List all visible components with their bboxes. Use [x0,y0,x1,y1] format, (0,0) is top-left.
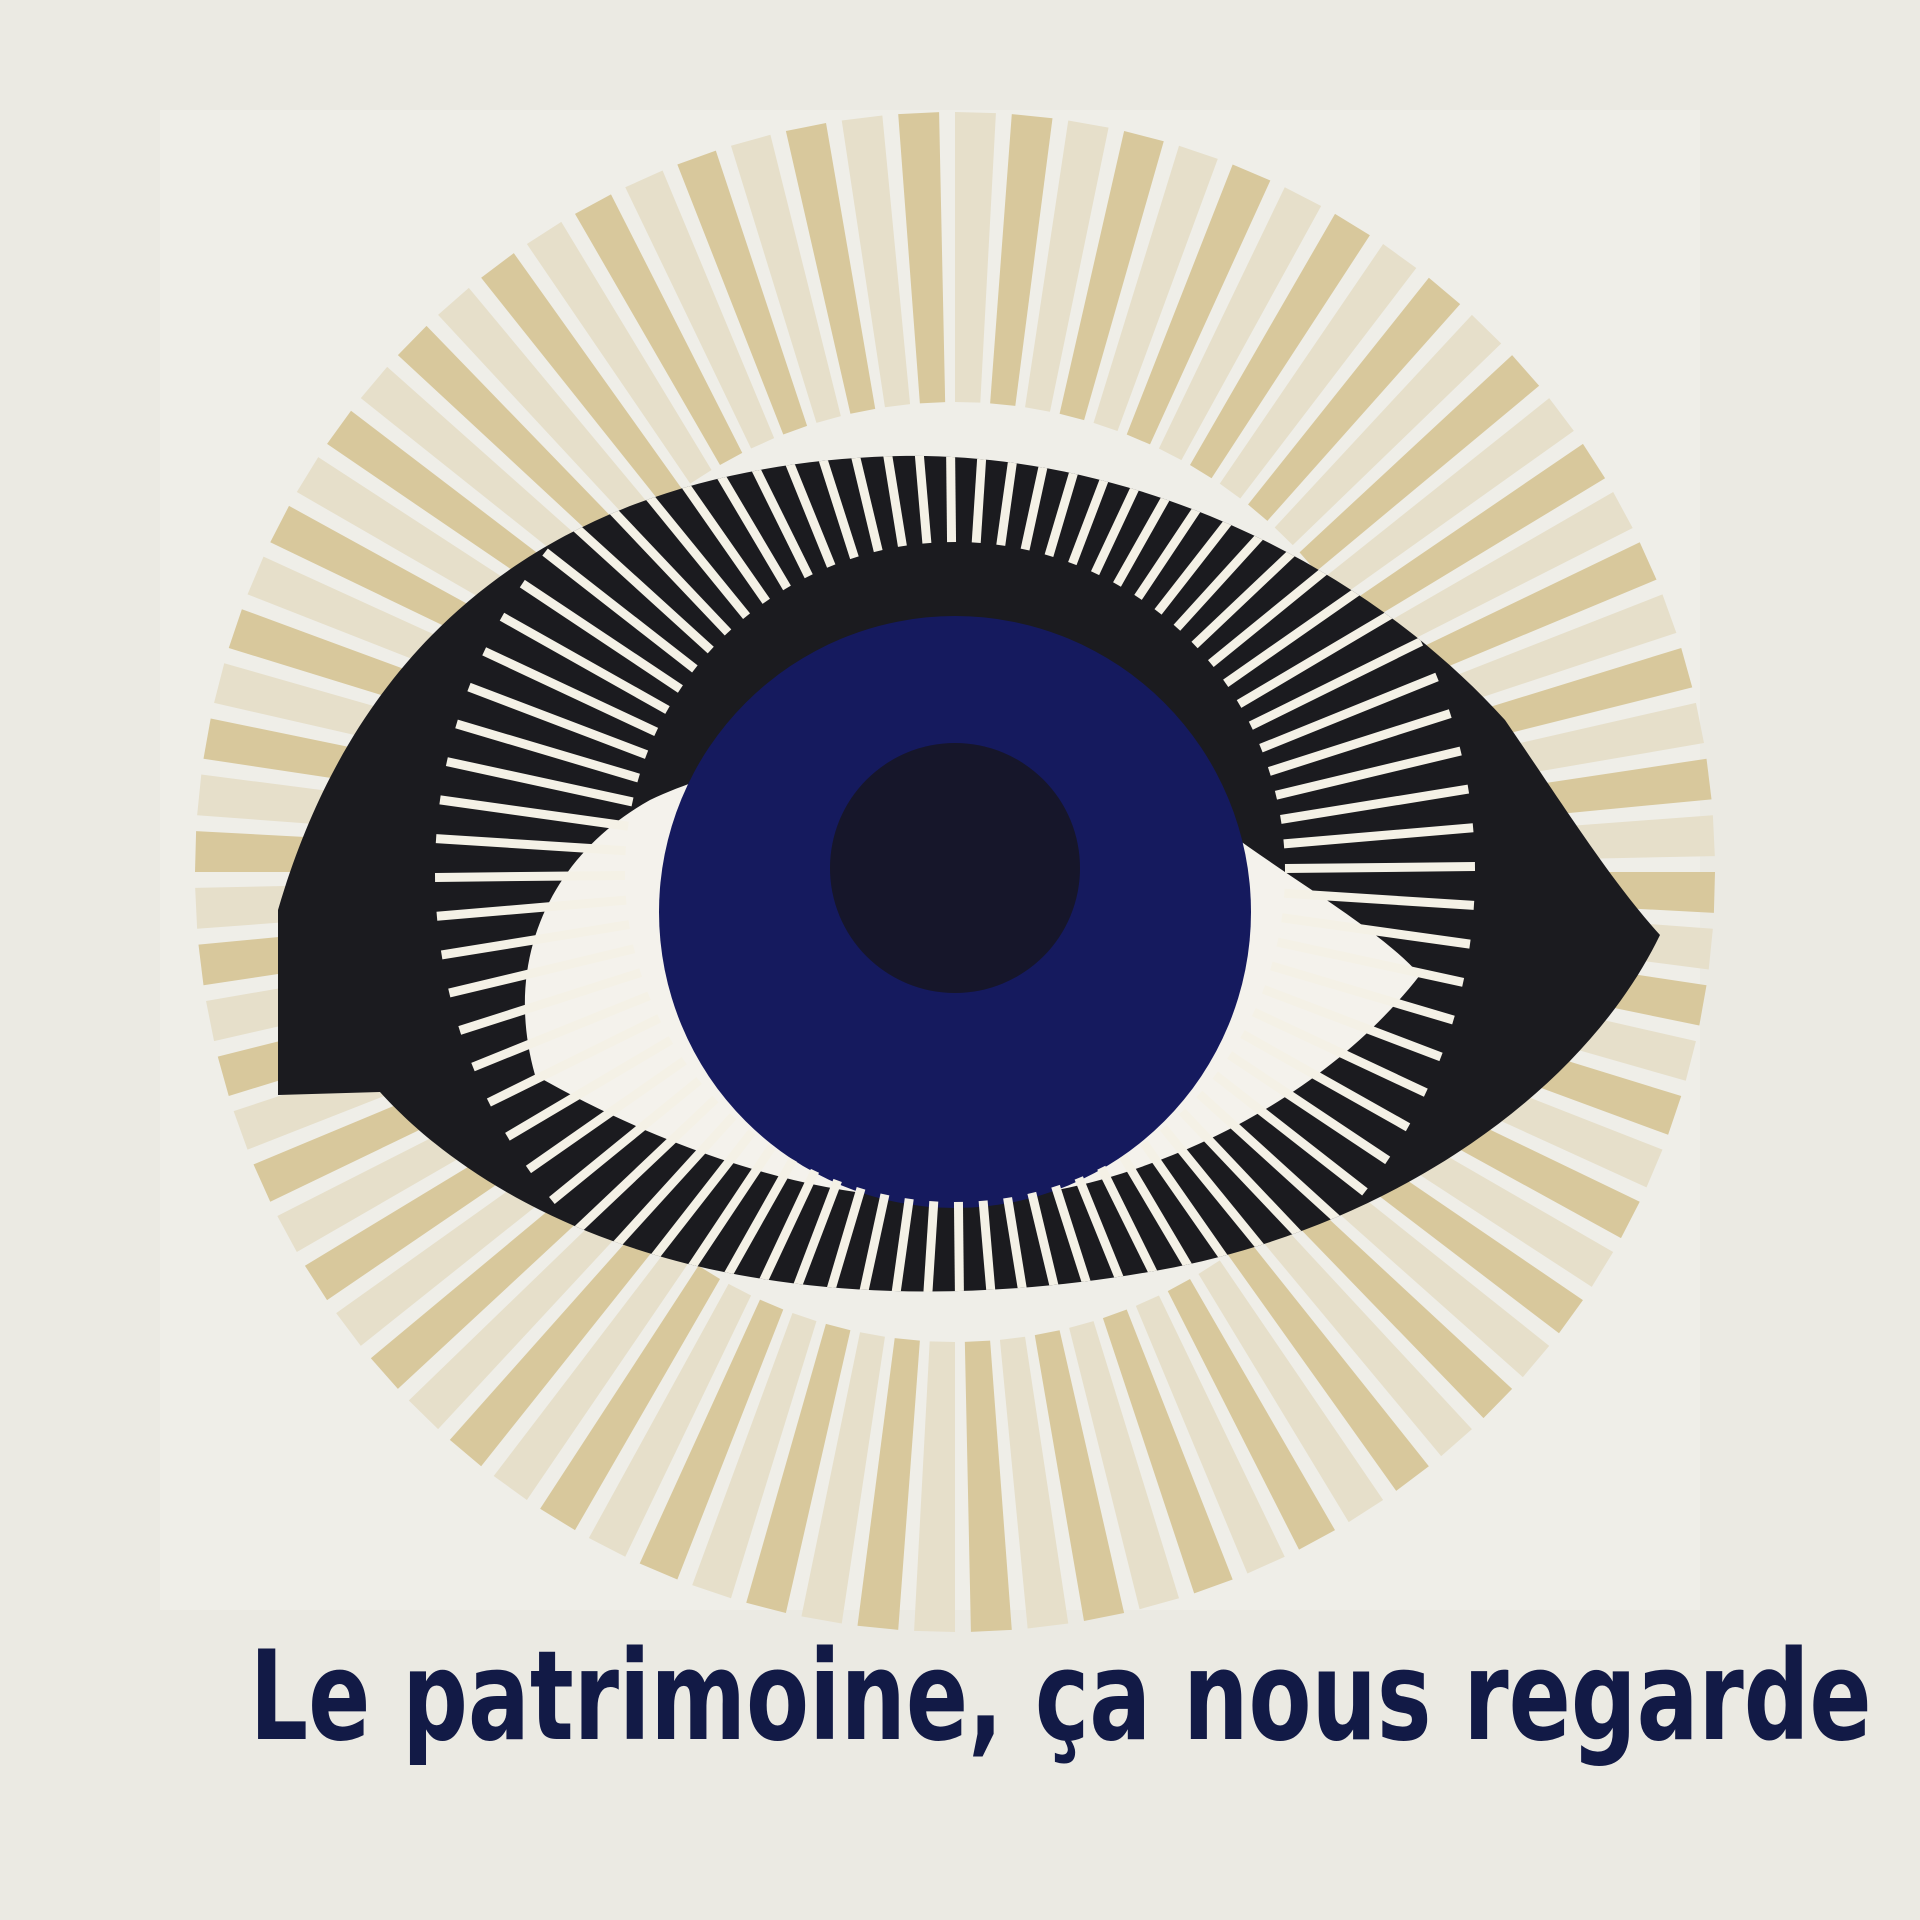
poster-caption: Le patrimoine, ça nous regarde [249,1625,1872,1769]
pupil [830,743,1080,993]
eyelash-gap [434,870,626,882]
eyelash-gap [1284,862,1476,874]
